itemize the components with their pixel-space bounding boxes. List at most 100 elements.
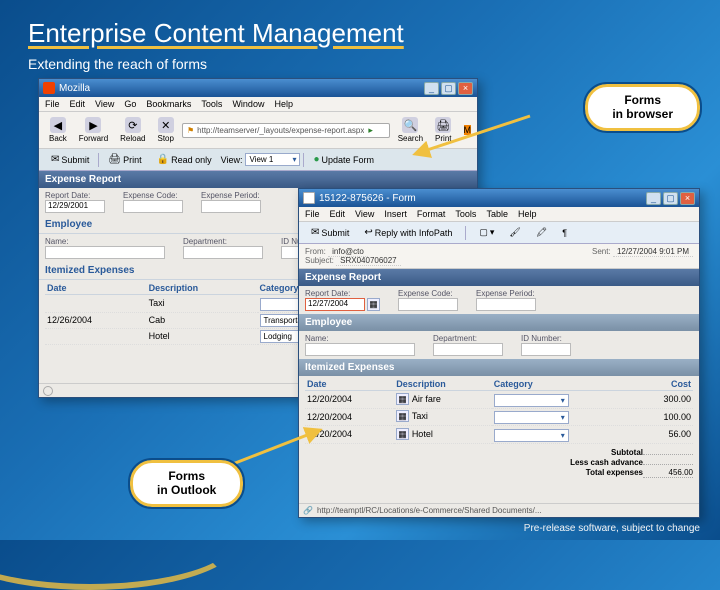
back-button[interactable]: ◀Back — [45, 115, 71, 145]
reload-icon: ⟳ — [125, 117, 141, 133]
calendar-icon[interactable]: ▦ — [396, 393, 409, 405]
close-button[interactable]: × — [680, 192, 695, 205]
submit-icon: ✉ — [51, 154, 59, 165]
ol-emp-fields: Name: Department: ID Number: — [299, 331, 699, 359]
col-desc: Description — [147, 282, 258, 295]
calendar-icon[interactable]: ▦ — [396, 410, 409, 422]
callout-browser: Forms in browser — [585, 84, 700, 131]
readonly-button[interactable]: 🔒Read only — [151, 152, 218, 167]
expense-code-input[interactable] — [123, 200, 183, 213]
form-icon — [303, 192, 315, 204]
submit-button[interactable]: ✉Submit — [45, 152, 95, 167]
menu-format[interactable]: Format — [417, 209, 446, 219]
bookmark-icon: ⚑ — [187, 126, 194, 135]
menu-file[interactable]: File — [45, 99, 60, 109]
report-date-input[interactable]: 12/29/2001 — [45, 200, 105, 213]
menu-go[interactable]: Go — [124, 99, 136, 109]
separator — [303, 153, 304, 167]
separator — [98, 153, 99, 167]
font-select[interactable]: ▢▾ — [473, 225, 500, 240]
address-bar[interactable]: ⚑ http://teamserver/_layouts/expense-rep… — [182, 123, 390, 138]
go-icon[interactable]: ▸ — [368, 125, 373, 136]
close-button[interactable]: × — [458, 82, 473, 95]
menu-file[interactable]: File — [305, 209, 320, 219]
ol-submit-button[interactable]: ✉Submit — [305, 225, 355, 240]
ol-expense-period-label: Expense Period: — [476, 289, 536, 298]
ol-report-date-input[interactable]: 12/27/2004 — [305, 298, 365, 311]
arrow-to-browser — [410, 112, 540, 162]
sent-value: 12/27/2004 9:01 PM — [613, 247, 693, 257]
address-text: http://teamserver/_layouts/expense-repor… — [197, 126, 364, 135]
col-date: Date — [45, 282, 147, 295]
tool-icon[interactable]: 🖌 — [503, 225, 526, 240]
table-row[interactable]: 12/20/2004 ▦Hotel ▾ 56.00 — [305, 426, 693, 444]
maximize-button[interactable]: ▢ — [663, 192, 678, 205]
menu-help[interactable]: Help — [518, 209, 537, 219]
stop-button[interactable]: ✕Stop — [154, 115, 178, 145]
from-label: From: — [305, 247, 326, 256]
menu-insert[interactable]: Insert — [384, 209, 407, 219]
reply-button[interactable]: ↩Reply with InfoPath — [358, 225, 458, 240]
back-icon: ◀ — [50, 117, 66, 133]
menu-tools[interactable]: Tools — [455, 209, 476, 219]
ol-top-fields: Report Date: 12/27/2004 ▦ Expense Code: … — [299, 286, 699, 314]
minimize-button[interactable]: _ — [646, 192, 661, 205]
name-label: Name: — [45, 237, 165, 246]
browser-titlebar: Mozilla _ ▢ × — [39, 79, 477, 97]
ol-dept-input[interactable] — [433, 343, 503, 356]
ol-expense-code-label: Expense Code: — [398, 289, 458, 298]
status-text: http://teamptl/RC/Locations/e-Commerce/S… — [317, 506, 542, 515]
expense-period-input[interactable] — [201, 200, 261, 213]
update-form-button[interactable]: ●Update Form — [307, 152, 380, 167]
name-input[interactable] — [45, 246, 165, 259]
reply-icon: ↩ — [364, 227, 372, 238]
submit-icon: ✉ — [311, 227, 319, 238]
view-select[interactable]: View 1▾ — [245, 153, 300, 166]
ol-dept-label: Department: — [433, 334, 503, 343]
calendar-icon[interactable]: ▦ — [396, 428, 409, 440]
minimize-button[interactable]: _ — [424, 82, 439, 95]
menu-tools[interactable]: Tools — [201, 99, 222, 109]
tool-icon[interactable]: ¶ — [556, 226, 573, 240]
callout-outlook-text: Forms in Outlook — [157, 469, 216, 497]
menu-help[interactable]: Help — [274, 99, 293, 109]
category-select[interactable]: ▾ — [494, 394, 569, 407]
ol-id-input[interactable] — [521, 343, 571, 356]
report-date-label: Report Date: — [45, 191, 105, 200]
category-select[interactable]: ▾ — [494, 411, 569, 424]
menu-edit[interactable]: Edit — [70, 99, 86, 109]
dept-label: Department: — [183, 237, 263, 246]
doc-print-button[interactable]: 🖨Print — [102, 152, 147, 167]
ol-expense-period-input[interactable] — [476, 298, 536, 311]
category-select[interactable]: ▾ — [494, 429, 569, 442]
tool-icon[interactable]: 🖍 — [530, 225, 553, 240]
ol-id-label: ID Number: — [521, 334, 571, 343]
table-row[interactable]: 12/20/2004 ▦Air fare ▾ 300.00 — [305, 391, 693, 409]
menu-table[interactable]: Table — [486, 209, 508, 219]
ol-form-header: Expense Report — [299, 269, 699, 286]
ol-expense-code-input[interactable] — [398, 298, 458, 311]
menu-edit[interactable]: Edit — [330, 209, 346, 219]
ol-name-label: Name: — [305, 334, 415, 343]
outlook-statusbar: 🔗 http://teamptl/RC/Locations/e-Commerce… — [299, 503, 699, 517]
calendar-icon[interactable]: ▦ — [367, 298, 380, 311]
reload-button[interactable]: ⟳Reload — [116, 115, 149, 145]
form-header: Expense Report — [39, 171, 477, 188]
separator — [465, 226, 466, 240]
menu-bookmarks[interactable]: Bookmarks — [146, 99, 191, 109]
menu-view[interactable]: View — [355, 209, 374, 219]
menu-view[interactable]: View — [95, 99, 114, 109]
ol-expense-table: Date Description Category Cost 12/20/200… — [305, 378, 693, 444]
ol-name-input[interactable] — [305, 343, 415, 356]
view-label: View: — [221, 155, 243, 165]
table-row[interactable]: 12/20/2004 ▦Taxi ▾ 100.00 — [305, 408, 693, 426]
menu-window[interactable]: Window — [232, 99, 264, 109]
col-cost: Cost — [636, 378, 693, 391]
mozilla-icon — [43, 82, 55, 94]
forward-button[interactable]: ▶Forward — [75, 115, 112, 145]
maximize-button[interactable]: ▢ — [441, 82, 456, 95]
col-date: Date — [305, 378, 394, 391]
message-fields: From: info@cto Subject: SRX040706027 Sen… — [299, 244, 699, 269]
throbber-icon — [43, 386, 53, 396]
dept-input[interactable] — [183, 246, 263, 259]
